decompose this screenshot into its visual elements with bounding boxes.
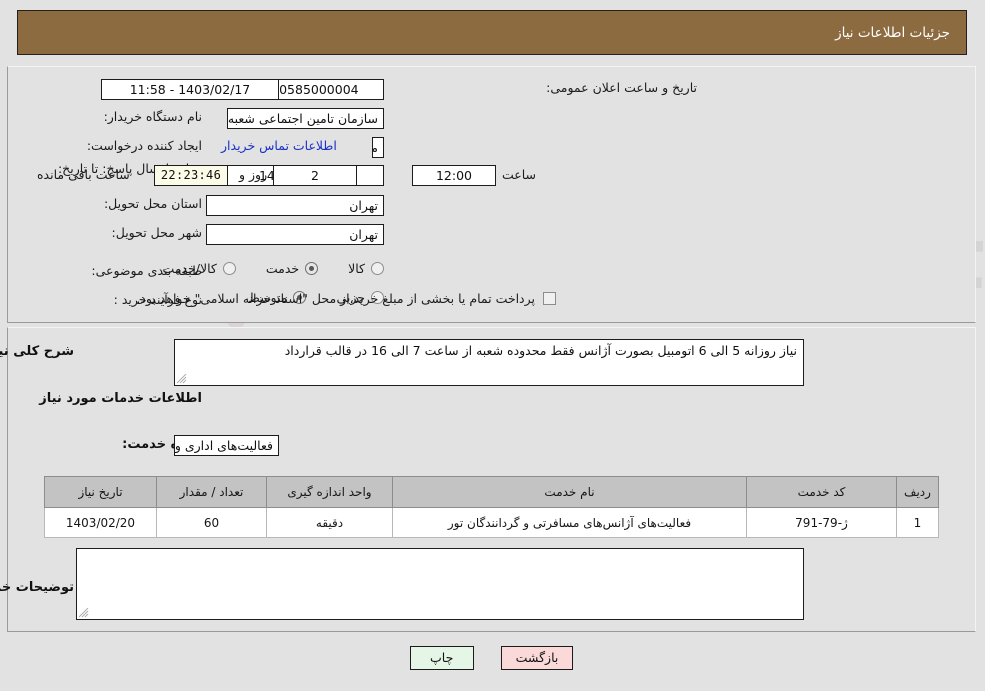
countdown-field: 22:23:46 [155, 165, 229, 186]
delivery-city-label-wrap: شهر محل تحویل: [113, 225, 203, 240]
resize-grip-icon-notes[interactable] [80, 608, 90, 618]
page-title: جزئیات اطلاعات نیاز [836, 24, 951, 41]
cell-quantity: 60 [157, 507, 268, 538]
need-info-panel [8, 66, 977, 323]
col-quantity: تعداد / مقدار [157, 476, 268, 508]
radio-icon-kala-khedmat[interactable] [223, 262, 237, 275]
services-heading-wrap: اطلاعات خدمات مورد نیاز [40, 391, 203, 406]
radio-option-kala[interactable]: کالا [349, 261, 385, 276]
remaining-days-label-wrap: روز و [240, 167, 268, 182]
request-creator-label-wrap: ایجاد کننده درخواست: [88, 138, 203, 153]
action-buttons: بازگشت چاپ [0, 646, 985, 670]
buyer-org-label: نام دستگاه خریدار: [104, 109, 203, 124]
need-summary-value: نیاز روزانه 5 الی 6 اتومبیل بصورت آژانس … [285, 343, 798, 358]
need-summary-label-wrap: شرح کلی نیاز: [0, 344, 75, 359]
cell-service-name: فعالیت‌های آژانس‌های مسافرتی و گردانندگا… [393, 507, 748, 538]
countdown-label-wrap: ساعت باقی مانده [38, 167, 131, 182]
remaining-days-field[interactable]: 2 [274, 165, 358, 186]
radio-icon-khedmat[interactable] [306, 262, 320, 275]
table-row: 1 ژ-79-791 فعالیت‌های آژانس‌های مسافرتی … [45, 507, 940, 538]
col-row-no: ردیف [897, 476, 940, 508]
request-creator-label: ایجاد کننده درخواست: [87, 138, 203, 153]
resize-grip-icon[interactable] [178, 374, 188, 384]
services-heading: اطلاعات خدمات مورد نیاز [40, 391, 203, 406]
delivery-province-label-wrap: استان محل تحویل: [105, 196, 203, 211]
delivery-city-field[interactable]: تهران [207, 224, 385, 245]
page-header: جزئیات اطلاعات نیاز [18, 10, 968, 55]
delivery-province-label: استان محل تحویل: [104, 196, 203, 211]
buyer-org-field[interactable]: سازمان تامین اجتماعی شعبه چهار تهران [228, 108, 385, 129]
treasury-bond-option: پرداخت تمام یا بخشی از مبلغ خرید،از محل … [137, 291, 557, 306]
buyer-org-label-wrap: نام دستگاه خریدار: [105, 109, 203, 124]
cell-need-date: 1403/02/20 [45, 507, 158, 538]
cell-row-no: 1 [897, 507, 940, 538]
reply-deadline-time-label: ساعت [503, 167, 538, 182]
buyer-notes-textarea[interactable] [77, 548, 805, 620]
remaining-days-label: روز و [240, 167, 269, 182]
announce-datetime-label-wrap: تاریخ و ساعت اعلان عمومی: [547, 80, 698, 95]
need-summary-textarea[interactable]: نیاز روزانه 5 الی 6 اتومبیل بصورت آژانس … [175, 339, 805, 386]
radio-option-kala-khedmat[interactable]: کالا/خدمت [163, 261, 237, 276]
back-button[interactable]: بازگشت [501, 646, 575, 670]
buyer-notes-label: توضیحات خریدار: [0, 580, 75, 595]
announce-datetime-label: تاریخ و ساعت اعلان عمومی: [547, 80, 698, 95]
radio-option-khedmat[interactable]: خدمت [266, 261, 320, 276]
table-header-row: ردیف کد خدمت نام خدمت واحد اندازه گیری ت… [45, 476, 940, 508]
page-root: AnaTender.net W جزئیات اطلاعات نیاز شمار… [0, 0, 985, 691]
announce-datetime-field[interactable]: 1403/02/17 - 11:58 [102, 79, 280, 100]
service-group-field[interactable]: فعالیت‌های اداری و خدمات پشتیبانی [175, 435, 280, 456]
radio-icon-kala[interactable] [372, 262, 385, 275]
col-service-name: نام خدمت [393, 476, 748, 508]
print-button[interactable]: چاپ [410, 646, 475, 670]
delivery-city-label: شهر محل تحویل: [112, 225, 203, 240]
services-table: ردیف کد خدمت نام خدمت واحد اندازه گیری ت… [45, 476, 940, 538]
col-need-date: تاریخ نیاز [45, 476, 158, 508]
buyer-contact-link[interactable]: اطلاعات تماس خریدار [222, 138, 338, 153]
delivery-province-field[interactable]: تهران [207, 195, 385, 216]
buyer-notes-label-wrap: توضیحات خریدار: [0, 580, 75, 595]
radio-label-kala: کالا [349, 261, 366, 276]
cell-unit: دقیقه [267, 507, 394, 538]
buyer-contact-link-wrap: اطلاعات تماس خریدار [222, 138, 338, 153]
need-summary-label: شرح کلی نیاز: [0, 344, 75, 359]
request-creator-field[interactable]: مهدی احمدی راد کاربرداز سازمان تامین اجت… [373, 137, 385, 158]
countdown-label: ساعت باقی مانده [38, 167, 131, 182]
col-unit: واحد اندازه گیری [267, 476, 394, 508]
subject-classification-options: کالا خدمت کالا/خدمت [163, 261, 385, 276]
reply-deadline-time-label-wrap: ساعت [503, 167, 537, 182]
radio-label-khedmat: خدمت [266, 261, 301, 276]
checkbox-icon-treasury-bond[interactable] [544, 292, 557, 305]
cell-service-code: ژ-79-791 [747, 507, 898, 538]
treasury-bond-label: پرداخت تمام یا بخشی از مبلغ خرید،از محل … [137, 291, 536, 306]
reply-deadline-time-field[interactable]: 12:00 [413, 165, 497, 186]
col-service-code: کد خدمت [747, 476, 898, 508]
radio-label-kala-khedmat: کالا/خدمت [163, 261, 218, 276]
